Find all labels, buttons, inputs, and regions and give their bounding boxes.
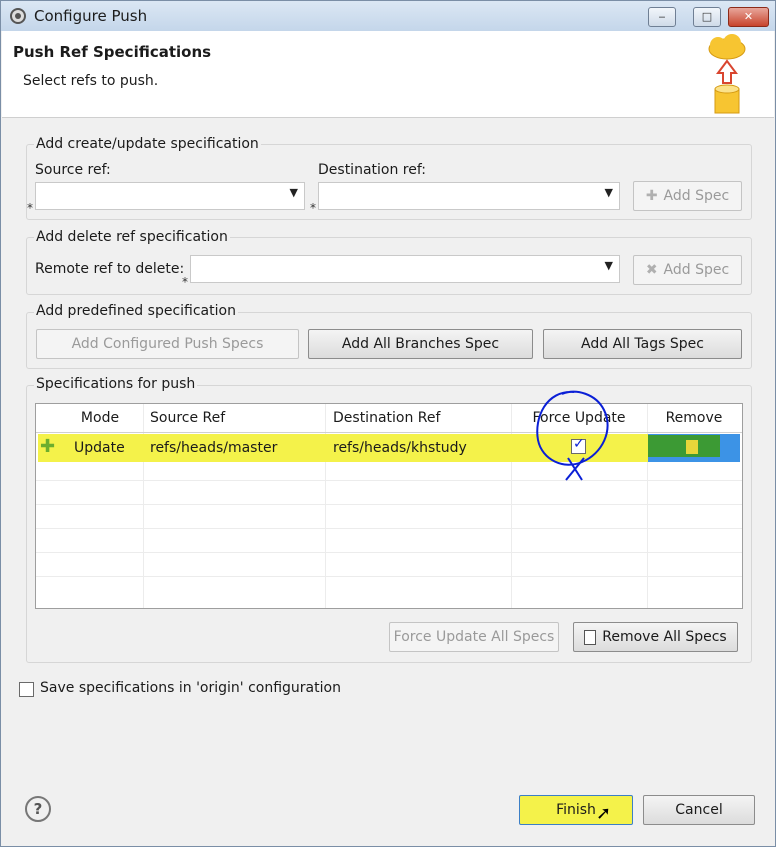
column-header-mode[interactable]: Mode — [56, 404, 144, 432]
chevron-down-icon: ▼ — [604, 186, 613, 199]
remove-all-specs-button[interactable]: Remove All Specs — [573, 622, 738, 652]
remove-icon — [686, 440, 698, 454]
remote-required-marker: * — [182, 275, 188, 289]
row-divider — [36, 528, 742, 529]
row-divider — [36, 504, 742, 505]
row-divider — [36, 432, 742, 433]
maximize-button[interactable]: □ — [693, 7, 721, 27]
specs-group-label: Specifications for push — [34, 376, 198, 392]
configure-push-dialog: Configure Push ‒ □ ✕ Push Ref Specificat… — [0, 0, 776, 847]
chevron-down-icon: ▼ — [289, 186, 298, 199]
finish-button[interactable]: Finish ➚ — [519, 795, 633, 825]
finish-label: Finish — [556, 802, 596, 818]
help-icon[interactable]: ? — [25, 796, 51, 822]
source-required-marker: * — [27, 201, 33, 215]
page-description: Select refs to push. — [23, 73, 159, 89]
add-delete-spec-label: Add Spec — [663, 262, 730, 278]
add-delete-spec-button[interactable]: ✖ Add Spec — [633, 255, 742, 285]
cancel-button[interactable]: Cancel — [643, 795, 755, 825]
save-config-checkbox[interactable] — [19, 682, 34, 697]
add-all-branches-spec-button[interactable]: Add All Branches Spec — [308, 329, 533, 359]
column-header-remove[interactable]: Remove — [648, 404, 740, 432]
remove-all-specs-label: Remove All Specs — [602, 629, 727, 645]
row-divider — [36, 552, 742, 553]
delete-ref-group-label: Add delete ref specification — [34, 229, 230, 245]
force-update-all-specs-button[interactable]: Force Update All Specs — [389, 622, 559, 652]
remote-ref-combo[interactable]: ▼ — [190, 255, 620, 283]
source-ref-combo[interactable]: ▼ — [35, 182, 305, 210]
remove-row-button[interactable] — [648, 434, 740, 462]
destination-ref-combo[interactable]: ▼ — [318, 182, 620, 210]
add-all-tags-spec-button[interactable]: Add All Tags Spec — [543, 329, 742, 359]
mouse-cursor-icon: ➚ — [596, 803, 612, 824]
push-to-cloud-icon — [708, 34, 746, 114]
remove-cell-fill — [648, 435, 720, 457]
chevron-down-icon: ▼ — [604, 259, 613, 272]
remove-all-icon — [584, 629, 597, 645]
destination-required-marker: * — [310, 201, 316, 215]
plus-icon: ✚ — [40, 436, 56, 457]
plus-icon: ✚ — [645, 188, 658, 204]
add-spec-label: Add Spec — [663, 188, 730, 204]
table-row-destination-ref[interactable]: refs/heads/khstudy — [333, 434, 467, 462]
row-divider — [36, 480, 742, 481]
title-bar: Configure Push ‒ □ ✕ — [1, 1, 775, 31]
wizard-header: Push Ref Specifications Select refs to p… — [2, 31, 774, 118]
push-specs-table: Mode Source Ref Destination Ref Force Up… — [35, 390, 743, 609]
close-button[interactable]: ✕ — [728, 7, 769, 27]
eclipse-app-icon — [10, 8, 26, 24]
table-row-source-ref[interactable]: refs/heads/master — [150, 434, 277, 462]
save-config-label: Save specifications in 'origin' configur… — [40, 680, 341, 696]
table-row-mode[interactable]: Update — [74, 434, 125, 462]
add-configured-push-specs-button[interactable]: Add Configured Push Specs — [36, 329, 299, 359]
page-title: Push Ref Specifications — [13, 43, 212, 61]
annotation-circle — [536, 390, 609, 481]
source-ref-label: Source ref: — [35, 162, 111, 178]
create-update-group-label: Add create/update specification — [34, 136, 261, 152]
minimize-button[interactable]: ‒ — [648, 7, 676, 27]
destination-ref-label: Destination ref: — [318, 162, 426, 178]
column-header-source-ref[interactable]: Source Ref — [144, 404, 324, 432]
delete-x-icon: ✖ — [645, 262, 658, 278]
add-spec-button[interactable]: ✚ Add Spec — [633, 181, 742, 211]
predefined-group-label: Add predefined specification — [34, 303, 238, 319]
column-header-destination-ref[interactable]: Destination Ref — [326, 404, 510, 432]
row-divider — [36, 576, 742, 577]
remote-ref-label: Remote ref to delete: — [35, 261, 185, 277]
window-title: Configure Push — [34, 7, 148, 25]
